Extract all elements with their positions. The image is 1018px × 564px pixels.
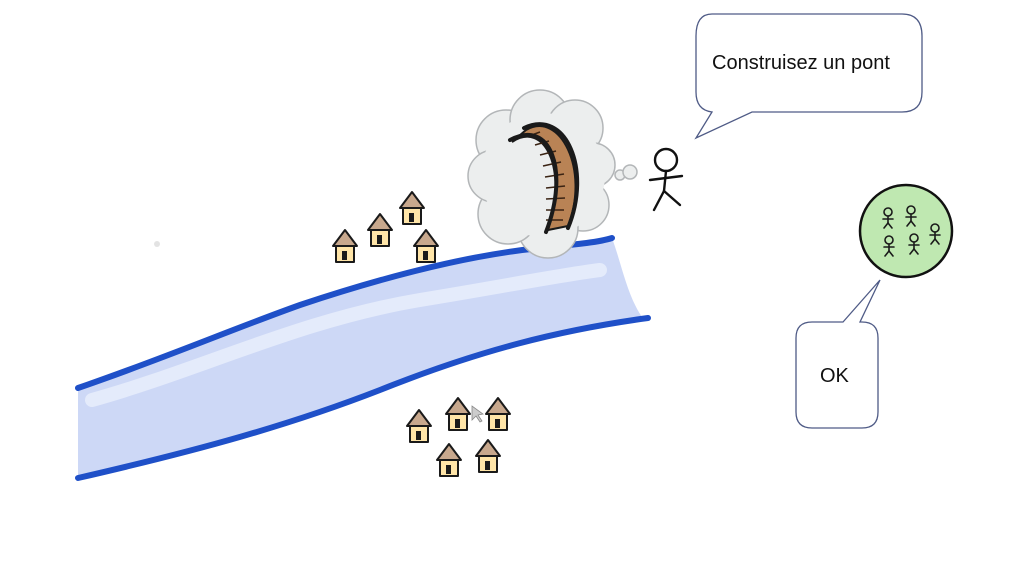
house-icon	[332, 229, 358, 263]
speech-bubble-text: Construisez un pont	[712, 52, 890, 74]
house-icon	[406, 409, 432, 443]
village-south	[406, 397, 511, 477]
speech-bubble	[694, 13, 923, 140]
house-icon	[485, 397, 511, 431]
river	[75, 235, 651, 481]
diagram-canvas	[75, 13, 954, 481]
house-icon	[475, 439, 501, 473]
village-north	[332, 191, 439, 263]
cursor-icon	[471, 405, 484, 423]
stick-figure-icon	[648, 147, 684, 212]
thought-cloud-icon	[467, 89, 638, 259]
group-of-people-icon	[858, 183, 954, 279]
reply-bubble-text: OK	[820, 365, 849, 387]
house-icon	[399, 191, 425, 225]
house-icon	[436, 443, 462, 477]
stray-dot	[154, 241, 160, 247]
house-icon	[367, 213, 393, 247]
house-icon	[413, 229, 439, 263]
house-icon	[445, 397, 471, 431]
reply-bubble	[795, 279, 881, 429]
